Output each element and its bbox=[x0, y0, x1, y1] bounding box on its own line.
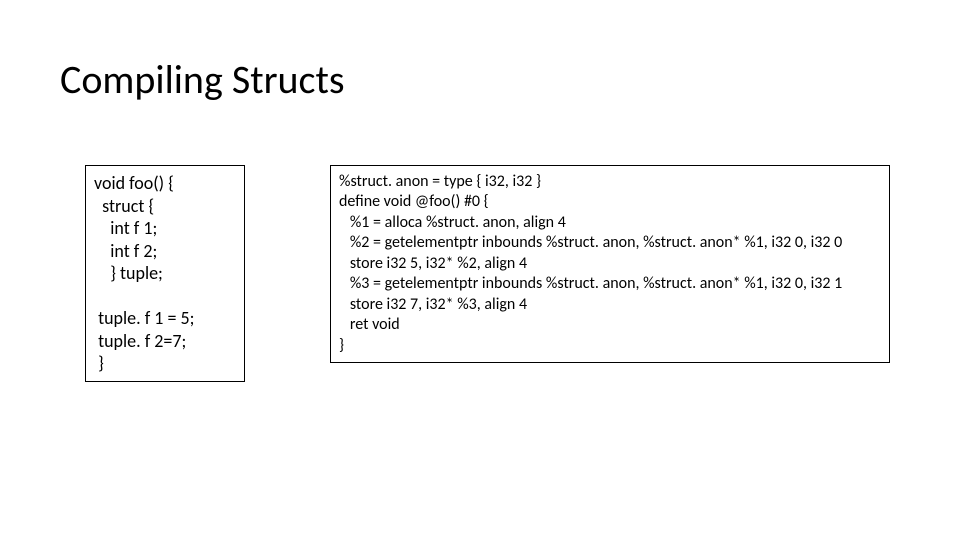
slide-title: Compiling Structs bbox=[60, 55, 345, 104]
slide: Compiling Structs void foo() { struct { … bbox=[0, 0, 960, 540]
llvm-ir-box: %struct. anon = type { i32, i32 } define… bbox=[330, 165, 890, 363]
source-code-box: void foo() { struct { int f 1; int f 2; … bbox=[85, 165, 245, 382]
